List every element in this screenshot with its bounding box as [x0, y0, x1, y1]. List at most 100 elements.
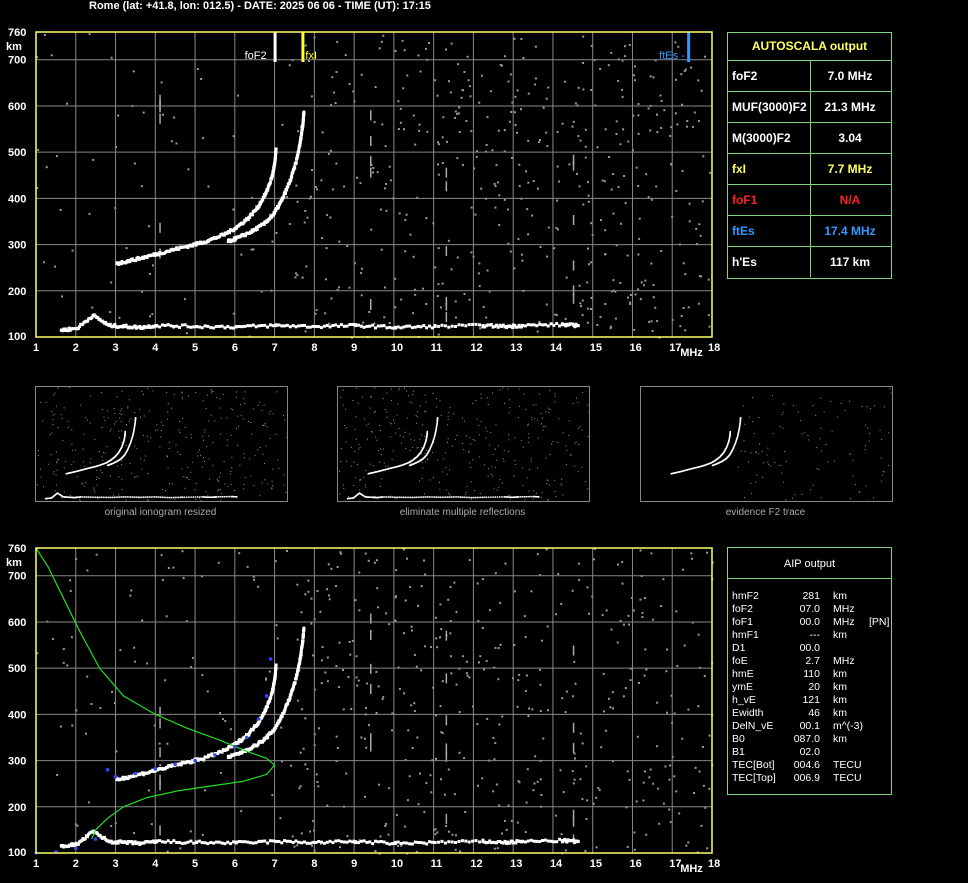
thumbnail-noise [40, 476, 42, 478]
thumbnail-noise [834, 460, 836, 462]
noise-dot [71, 724, 74, 727]
noise-dot [489, 90, 492, 93]
noise-dot [167, 567, 170, 569]
trace-point [294, 839, 298, 843]
noise-dot [527, 233, 530, 236]
noise-dot [687, 841, 690, 844]
noise-dot [377, 783, 380, 786]
thumbnail-noise [383, 462, 385, 464]
thumbnail-trace-point [131, 496, 134, 498]
noise-dot [571, 125, 574, 128]
noise-dot [499, 601, 502, 604]
noise-dot [425, 217, 428, 220]
noise-dot [446, 140, 448, 143]
thumbnail-trace-point [480, 496, 482, 499]
thumbnail-noise [408, 433, 410, 435]
trace-point [191, 243, 195, 247]
trace-point [143, 255, 147, 259]
noise-dot [449, 586, 452, 589]
noise-dot [70, 636, 73, 639]
thumbnail-noise [121, 489, 123, 491]
noise-dot [602, 672, 605, 675]
noise-dot [398, 687, 401, 690]
noise-dot [449, 655, 452, 658]
thumbnail-noise [470, 466, 472, 468]
thumbnail-trace-point [143, 496, 145, 498]
thumbnail-noise [498, 486, 500, 488]
noise-dot [668, 808, 671, 811]
trace-point [526, 323, 530, 327]
thumbnail-noise [60, 413, 62, 415]
aip-param-name: h_vE [732, 694, 756, 706]
thumbnail-noise [486, 397, 488, 399]
thumbnail-trace-point [384, 496, 386, 498]
thumbnail-noise [146, 499, 148, 501]
noise-dot [388, 322, 391, 324]
aip-trace-point [264, 694, 269, 698]
noise-dot [639, 549, 642, 552]
trace-point [234, 742, 238, 746]
thumbnail-noise [409, 450, 411, 452]
noise-dot [522, 57, 525, 59]
thumbnail-trace-point [415, 496, 418, 499]
noise-dot [296, 638, 299, 641]
noise-dot [375, 712, 378, 714]
aip-row: TEC[Top] 006.9 TECU [732, 772, 892, 785]
trace-point [272, 682, 276, 686]
thumbnail-noise [882, 470, 884, 472]
thumbnail-trace-point [426, 430, 429, 433]
y-tick-label: 200 [8, 286, 26, 298]
thumbnail-trace-point [190, 496, 192, 498]
thumbnail-noise [867, 427, 869, 429]
noise-dot [635, 800, 638, 803]
trace-point [234, 325, 238, 329]
thumbnail-noise [384, 408, 386, 410]
thumbnail-noise [849, 453, 851, 455]
noise-dot [628, 44, 631, 46]
noise-dot [702, 784, 705, 787]
thumbnail-noise [231, 467, 233, 469]
noise-dot [676, 665, 679, 667]
noise-dot [666, 711, 668, 714]
thumbnail-noise [391, 458, 393, 460]
thumbnail-noise [463, 449, 465, 451]
noise-dot [343, 185, 346, 188]
noise-dot [504, 55, 506, 58]
noise-dot [513, 111, 516, 114]
trace-point [481, 840, 485, 844]
y-tick-label: 600 [8, 101, 26, 113]
thumbnail-noise [61, 418, 63, 420]
trace-point [524, 840, 527, 844]
noise-dot [129, 594, 132, 597]
thumbnail-noise [197, 455, 199, 457]
noise-speckle [36, 33, 712, 339]
aip-row: foF1 00.0 MHz [PN] [732, 616, 892, 629]
trace-point [322, 324, 326, 328]
thumbnail-noise [202, 435, 204, 437]
thumbnail-noise [257, 449, 259, 451]
thumbnail-noise [398, 388, 400, 390]
noise-dot [494, 646, 497, 649]
noise-dot [412, 312, 414, 315]
noise-dot [627, 140, 630, 143]
noise-dot [656, 113, 658, 116]
thumbnail-noise [118, 430, 120, 432]
noise-dot [335, 162, 338, 165]
thumbnail-trace-point [478, 496, 480, 499]
noise-dot [428, 42, 430, 44]
noise-dot [595, 846, 598, 849]
thumbnail-noise [110, 428, 112, 430]
noise-dot [437, 333, 440, 336]
noise-dot [499, 643, 502, 646]
thumbnail-noise [779, 426, 781, 428]
thumbnail-noise [243, 418, 245, 420]
noise-dot [581, 798, 584, 801]
noise-dot [394, 49, 397, 52]
thumbnail-trace-point [135, 496, 138, 498]
trace-point [543, 323, 547, 327]
aip-trace-point [113, 775, 118, 779]
thumbnail-noise [468, 450, 470, 452]
thumbnail-noise [128, 399, 130, 401]
thumbnail-image [339, 387, 589, 501]
noise-dot [637, 288, 640, 291]
